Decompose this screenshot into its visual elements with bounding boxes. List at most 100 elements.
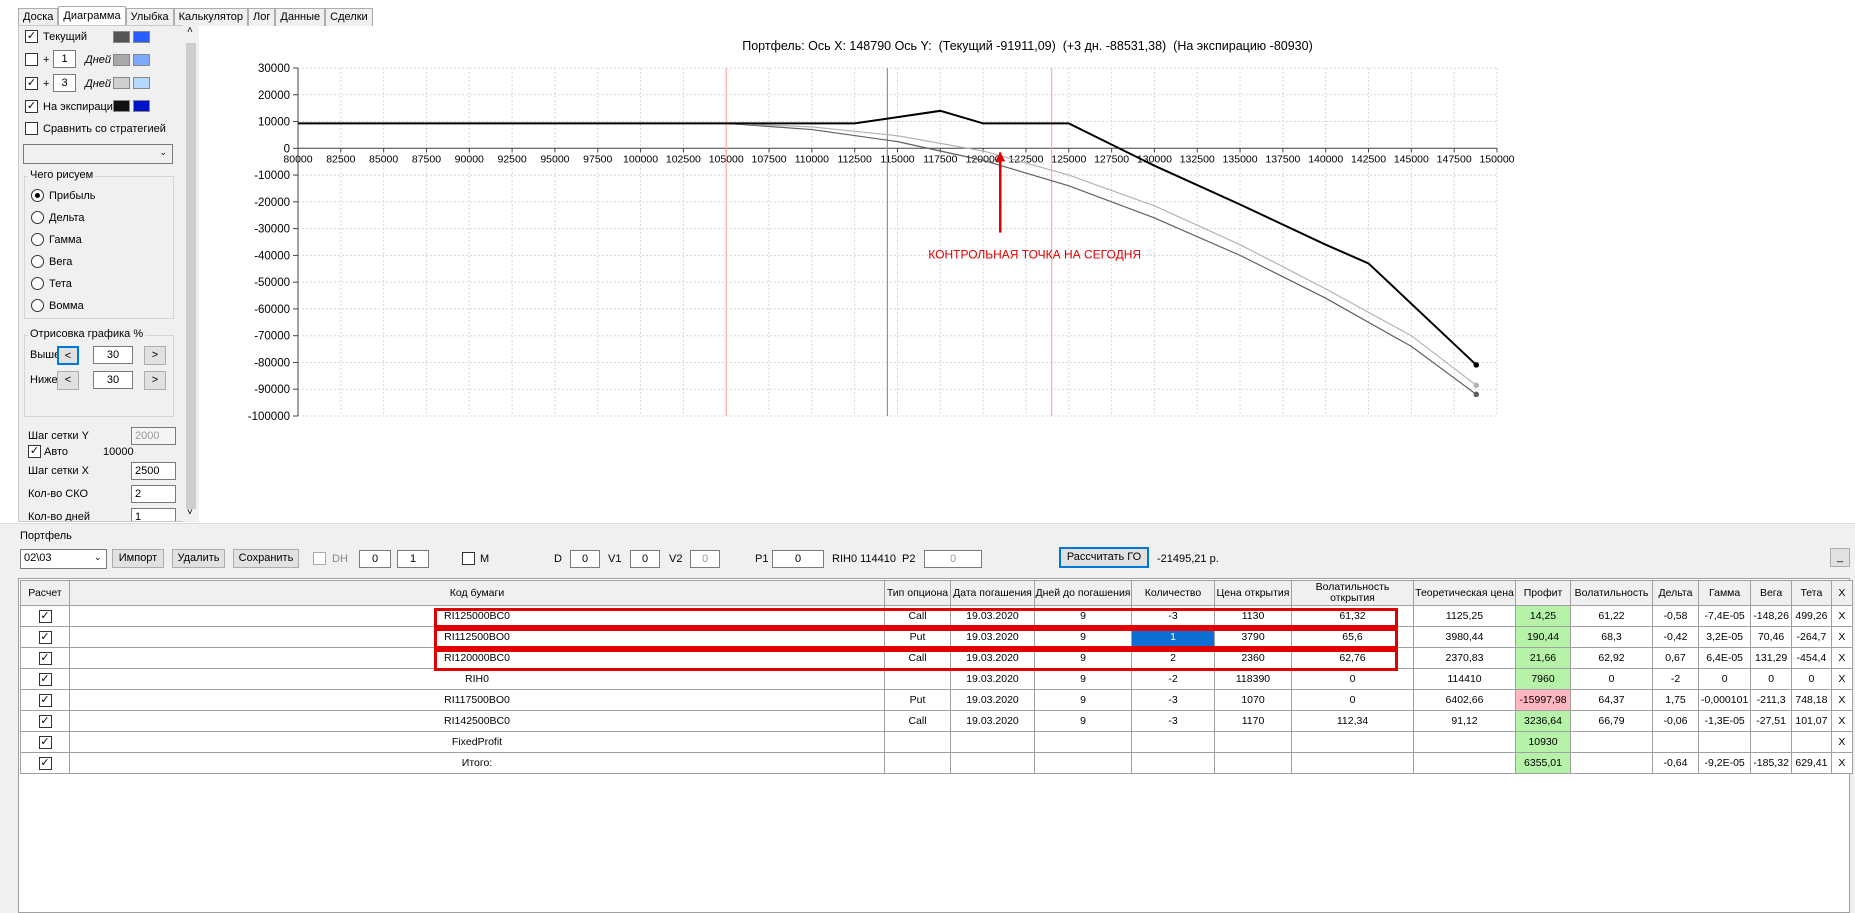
table-cell[interactable]: 1 — [1131, 626, 1215, 648]
dh-stepper-1[interactable]: 0 — [359, 550, 391, 568]
col-open-vol[interactable]: Волатильность открытия — [1291, 580, 1414, 606]
calc-checkbox-cell[interactable]: ✓ — [20, 689, 70, 711]
row-delete-button[interactable]: X — [1830, 710, 1853, 732]
row-delete-button[interactable]: X — [1830, 605, 1853, 627]
radio-vomma[interactable] — [31, 299, 44, 312]
table-row[interactable]: ✓ RI117500BO0 Put 19.03.2020 9 -3 1070 0 6402,66… — [20, 689, 1853, 711]
table-row[interactable]: ✓ RI125000BC0 Call 19.03.2020 9 -3 1130 61,32 11… — [20, 605, 1853, 627]
col-vol[interactable]: Волатильность — [1570, 580, 1653, 606]
table-cell[interactable] — [1131, 731, 1215, 753]
delete-button[interactable]: Удалить — [172, 549, 225, 568]
above-input[interactable]: 30 — [93, 346, 133, 364]
plus3-checkbox[interactable]: ✓ — [25, 77, 38, 90]
left-panel-scrollbar[interactable]: ˄ ˅ — [183, 25, 199, 522]
v2-input[interactable]: 0 — [690, 550, 720, 568]
radio-theta[interactable] — [31, 277, 44, 290]
col-expiry[interactable]: Дата погашения — [950, 580, 1035, 606]
radio-profit[interactable] — [31, 189, 44, 202]
tab-calculator[interactable]: Калькулятор — [173, 8, 249, 26]
days-input[interactable]: 1 — [131, 508, 176, 521]
expiry-color-swatch-2[interactable] — [133, 100, 150, 112]
expiry-color-swatch[interactable] — [113, 100, 130, 112]
table-row[interactable]: ✓ Итого: 6355,01 -0,64 -9,2E-05 -185,32 629,41… — [20, 752, 1853, 774]
plus3-color-swatch-2[interactable] — [133, 77, 150, 89]
sko-input[interactable]: 2 — [131, 485, 176, 503]
tab-log[interactable]: Лог — [248, 8, 276, 26]
plus3-color-swatch[interactable] — [113, 77, 130, 89]
col-x[interactable]: X — [1830, 580, 1853, 606]
table-cell[interactable]: -2 — [1131, 668, 1215, 690]
grid-y-input[interactable]: 2000 — [131, 427, 176, 445]
table-cell[interactable]: -3 — [1131, 710, 1215, 732]
row-delete-button[interactable]: X — [1830, 626, 1853, 648]
col-profit[interactable]: Профит — [1515, 580, 1571, 606]
col-theo[interactable]: Теоретическая цена — [1413, 580, 1516, 606]
table-cell[interactable]: -3 — [1131, 605, 1215, 627]
col-vega[interactable]: Вега — [1750, 580, 1792, 606]
auto-checkbox[interactable]: ✓ — [28, 445, 41, 458]
calc-go-button[interactable]: Рассчитать ГО — [1059, 547, 1149, 568]
calc-checkbox-cell[interactable]: ✓ — [20, 752, 70, 774]
p2-input[interactable]: 0 — [924, 550, 982, 568]
table-cell[interactable]: -3 — [1131, 689, 1215, 711]
strategy-select[interactable]: ⌄ — [23, 144, 173, 164]
calc-checkbox-cell[interactable]: ✓ — [20, 647, 70, 669]
m-checkbox[interactable] — [462, 552, 475, 565]
row-delete-button[interactable]: X — [1830, 752, 1853, 774]
calc-checkbox[interactable]: ✓ — [38, 672, 52, 686]
plus1-checkbox[interactable] — [25, 53, 38, 66]
col-delta[interactable]: Дельта — [1652, 580, 1699, 606]
calc-checkbox-cell[interactable]: ✓ — [20, 668, 70, 690]
above-increase-button[interactable]: > — [144, 346, 166, 365]
tab-deals[interactable]: Сделки — [325, 8, 373, 26]
dh-stepper-2[interactable]: 1 — [397, 550, 429, 568]
current-checkbox[interactable]: ✓ — [25, 30, 38, 43]
tab-board[interactable]: Доска — [18, 8, 59, 26]
d-input[interactable]: 0 — [570, 550, 600, 568]
p1-input[interactable]: 0 — [772, 550, 824, 568]
row-delete-button[interactable]: X — [1830, 668, 1853, 690]
calc-checkbox-cell[interactable]: ✓ — [20, 605, 70, 627]
table-cell[interactable]: 2 — [1131, 647, 1215, 669]
scroll-up-icon[interactable]: ˄ — [187, 25, 193, 36]
scroll-down-icon[interactable]: ˅ — [187, 507, 193, 518]
scrollbar-thumb[interactable] — [186, 43, 196, 509]
radio-delta[interactable] — [31, 211, 44, 224]
tab-data[interactable]: Данные — [275, 8, 326, 26]
compare-checkbox[interactable] — [25, 122, 38, 135]
row-delete-button[interactable]: X — [1830, 731, 1853, 753]
calc-checkbox[interactable]: ✓ — [38, 651, 52, 665]
below-decrease-button[interactable]: < — [57, 371, 79, 390]
table-cell[interactable] — [1131, 752, 1215, 774]
table-row[interactable]: ✓ RI112500BO0 Put 19.03.2020 9 1 3790 65,6 3980,… — [20, 626, 1853, 648]
col-theta[interactable]: Тета — [1790, 580, 1832, 606]
chart-svg[interactable]: 30000 20000 100000 -10000 -20000 -30000 -40000… — [200, 25, 1855, 522]
above-decrease-button[interactable]: < — [57, 346, 79, 365]
plus1-days-input[interactable]: 1 — [53, 50, 76, 68]
row-delete-button[interactable]: X — [1830, 689, 1853, 711]
calc-checkbox[interactable]: ✓ — [38, 630, 52, 644]
calc-checkbox[interactable]: ✓ — [38, 609, 52, 623]
table-row[interactable]: ✓ RI120000BC0 Call 19.03.2020 9 2 2360 62,76 237… — [20, 647, 1853, 669]
table-row[interactable]: ✓ RIH0 19.03.2020 9 -2 118390 0 114410 7960 0 -2 0 0… — [20, 668, 1853, 690]
table-row[interactable]: ✓ RI142500BC0 Call 19.03.2020 9 -3 1170 112,34 9… — [20, 710, 1853, 732]
col-code[interactable]: Код бумаги — [69, 580, 885, 606]
below-increase-button[interactable]: > — [144, 371, 166, 390]
minimize-button[interactable]: _ — [1830, 548, 1850, 567]
expiry-checkbox[interactable]: ✓ — [25, 100, 38, 113]
calc-checkbox-cell[interactable]: ✓ — [20, 626, 70, 648]
current-color-swatch-2[interactable] — [133, 31, 150, 43]
col-gamma[interactable]: Гамма — [1697, 580, 1752, 606]
calc-checkbox-cell[interactable]: ✓ — [20, 710, 70, 732]
save-button[interactable]: Сохранить — [233, 549, 299, 568]
tab-smile[interactable]: Улыбка — [125, 8, 174, 26]
col-calc[interactable]: Расчет — [20, 580, 70, 606]
current-color-swatch[interactable] — [113, 31, 130, 43]
calc-checkbox[interactable]: ✓ — [38, 693, 52, 707]
row-delete-button[interactable]: X — [1830, 647, 1853, 669]
v1-input[interactable]: 0 — [630, 550, 660, 568]
calc-checkbox-cell[interactable]: ✓ — [20, 731, 70, 753]
calc-checkbox[interactable]: ✓ — [38, 714, 52, 728]
dh-checkbox[interactable] — [313, 552, 326, 565]
import-button[interactable]: Импорт — [112, 549, 164, 568]
